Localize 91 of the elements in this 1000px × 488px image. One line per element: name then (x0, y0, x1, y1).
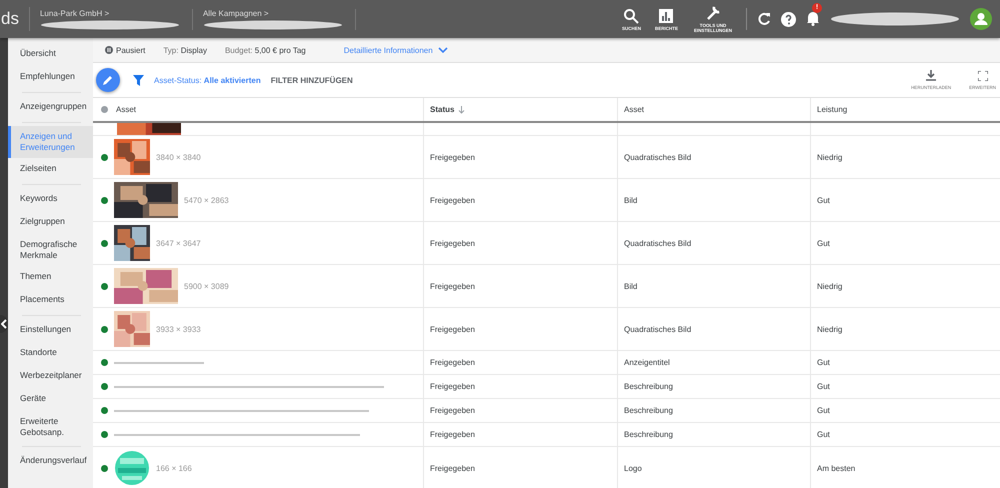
table-cell: Gut (817, 358, 830, 367)
sidebar-item[interactable]: Keywords (8, 188, 93, 211)
avatar-icon[interactable] (970, 8, 992, 30)
table-cell: Am besten (817, 464, 856, 472)
breadcrumb-link[interactable]: Luna-Park GmbH > (40, 8, 180, 18)
sidebar-item[interactable]: Demografische Merkmale (8, 234, 93, 266)
sidebar-item[interactable]: Zielgruppen (8, 211, 93, 234)
wrench-icon (705, 5, 721, 21)
table-cell: Freigegeben (430, 152, 475, 162)
image-size: 3933 × 3933 (156, 324, 201, 334)
table-cell: Gut (817, 196, 830, 204)
image-size: 5470 × 2863 (184, 196, 229, 204)
sidebar-item[interactable]: Themen (8, 266, 93, 289)
sort-arrow-icon[interactable] (458, 106, 466, 114)
campaign-status: Pausiert (116, 46, 146, 54)
status-dot-icon (101, 326, 108, 332)
status-dot-icon (101, 464, 108, 472)
table-cell: Niedrig (817, 324, 842, 334)
status-dot-icon (101, 196, 108, 204)
chevron-down-icon[interactable] (438, 46, 448, 54)
sidebar-item[interactable]: Anzeigengruppen (8, 96, 93, 119)
status-dot-icon (101, 359, 108, 366)
table-cell: Freigegeben (430, 382, 475, 391)
table-cell: Freigegeben (430, 238, 475, 248)
table-cell: Beschreibung (624, 406, 673, 415)
table-cell: Beschreibung (624, 382, 673, 391)
sidebar-item[interactable]: Geräte (8, 388, 93, 411)
add-filter-button[interactable]: FILTER HINZUFÜGEN (270, 76, 353, 84)
status-dot-icon (101, 407, 108, 414)
status-dot-icon (101, 282, 108, 290)
bar-chart-icon (658, 8, 674, 24)
bell-icon[interactable] (806, 10, 820, 26)
table-cell: Gut (817, 430, 830, 439)
breadcrumb-link[interactable]: Alle Kampagnen > (202, 8, 343, 18)
campaign-type: Typ: Display (163, 46, 207, 54)
filter-chip[interactable]: Asset-Status: Alle aktivierten (154, 76, 261, 84)
sidebar-item[interactable]: Empfehlungen (8, 66, 93, 89)
table-cell: Gut (817, 406, 830, 415)
column-header[interactable]: Status (430, 105, 454, 114)
help-icon[interactable] (781, 12, 796, 26)
table-cell: Gut (817, 382, 830, 391)
pencil-icon (102, 74, 114, 86)
sidebar-item[interactable]: Placements (8, 289, 93, 312)
search-icon (623, 8, 640, 24)
sidebar-item[interactable]: Änderungsverlauf (8, 450, 93, 473)
table-cell: Freigegeben (430, 464, 475, 472)
status-dot-icon (101, 431, 108, 438)
sidebar-item[interactable]: Werbezeitplaner (8, 365, 93, 388)
logo-text: ds (1, 7, 30, 31)
table-cell: Niedrig (817, 282, 842, 290)
table-cell: Quadratisches Bild (624, 324, 692, 334)
table-cell: Freigegeben (430, 358, 475, 367)
campaign-budget: Budget: 5,00 € pro Tag (224, 46, 306, 54)
status-dot-icon (101, 383, 108, 390)
table-cell: Quadratisches Bild (624, 238, 692, 248)
fullscreen-icon (978, 70, 988, 80)
sidebar-item[interactable]: Standorte (8, 342, 93, 365)
chevron-left-icon (1, 319, 7, 329)
table-cell: Freigegeben (430, 196, 475, 204)
table-cell: Freigegeben (430, 282, 475, 290)
refresh-icon[interactable] (757, 12, 771, 26)
status-dot-icon (101, 106, 108, 113)
sidebar-item[interactable]: Zielseiten (8, 158, 93, 181)
status-dot-icon (101, 154, 108, 160)
table-cell: Quadratisches Bild (624, 152, 692, 162)
table-cell: Niedrig (817, 152, 842, 162)
table-cell: Freigegeben (430, 406, 475, 415)
pause-icon (105, 46, 113, 54)
download-icon (926, 70, 936, 81)
image-size: 166 × 166 (156, 464, 192, 472)
edit-button[interactable] (96, 68, 120, 92)
sidebar-item[interactable]: Erweiterte Gebotsanp. (8, 411, 93, 443)
table-cell: Beschreibung (624, 430, 673, 439)
column-header[interactable]: Asset (116, 105, 136, 114)
image-size: 5900 × 3089 (184, 282, 229, 290)
column-header[interactable]: Leistung (817, 105, 848, 114)
table-cell: Bild (624, 282, 638, 290)
table-cell: Bild (624, 196, 638, 204)
status-dot-icon (101, 240, 108, 246)
image-size: 3647 × 3647 (156, 238, 201, 248)
filter-icon[interactable] (133, 74, 144, 86)
table-cell: Logo (624, 464, 642, 472)
sidebar-item[interactable]: Einstellungen (8, 319, 93, 342)
table-cell: Anzeigentitel (624, 358, 670, 367)
sidebar-item[interactable]: Übersicht (8, 43, 93, 66)
collapse-button[interactable] (0, 315, 8, 333)
image-size: 3840 × 3840 (156, 152, 201, 162)
table-cell: Gut (817, 238, 830, 248)
table-cell: Freigegeben (430, 324, 475, 334)
table-cell: Freigegeben (430, 430, 475, 439)
column-header[interactable]: Asset (624, 105, 644, 114)
